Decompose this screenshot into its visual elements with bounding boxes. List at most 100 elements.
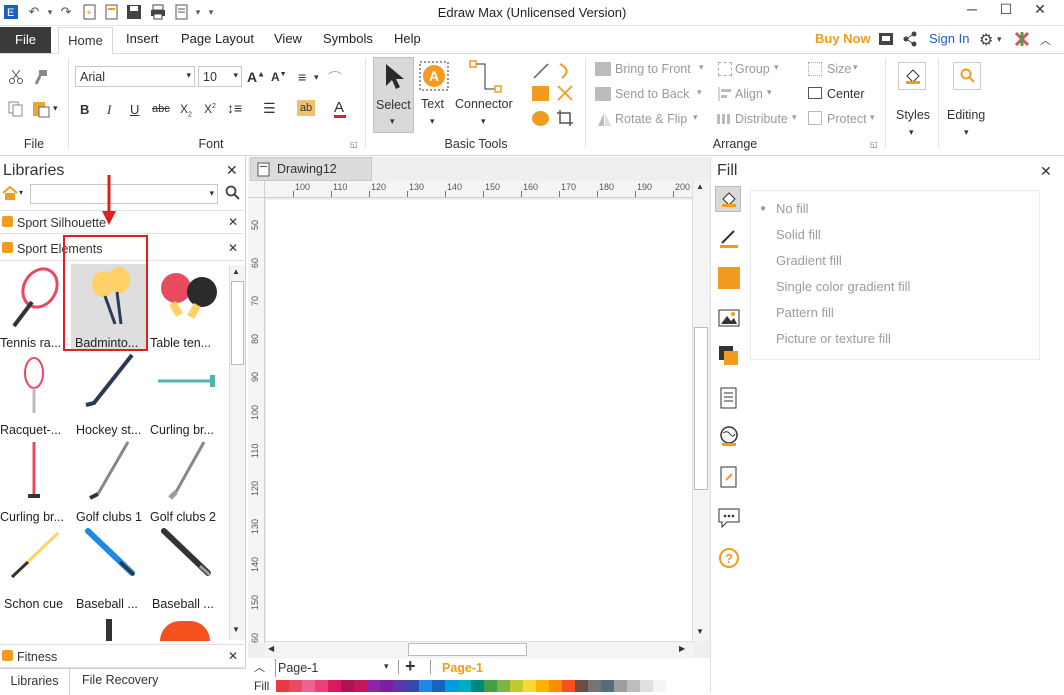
paste-icon[interactable]	[32, 100, 50, 121]
fill-option-single-color-gradient[interactable]: Single color gradient fill	[776, 279, 910, 294]
send-to-back-button[interactable]: Send to Back	[615, 87, 689, 101]
library-item[interactable]: Curling br...	[0, 438, 76, 524]
fill-option-gradient[interactable]: Gradient fill	[776, 253, 842, 268]
color-swatch[interactable]	[510, 680, 523, 692]
tab-file-recovery[interactable]: File Recovery	[82, 673, 158, 687]
attachment-icon[interactable]	[718, 466, 740, 488]
color-swatch[interactable]	[627, 680, 640, 692]
vertical-scrollbar[interactable]: ▲ ▼	[692, 181, 709, 641]
text-highlight-icon[interactable]: ab	[297, 100, 315, 116]
library-section-sport-silhouette[interactable]: Sport Silhouette ✕	[0, 210, 244, 234]
chevron-down-icon[interactable]: ▾	[774, 62, 779, 73]
partial-library-item-icon[interactable]	[160, 621, 210, 641]
align-dropdown-icon[interactable]: ▾	[314, 72, 319, 83]
protect-button[interactable]: Protect	[827, 112, 867, 126]
align-button[interactable]: Align	[735, 87, 763, 101]
color-swatch[interactable]	[601, 680, 614, 692]
grow-font-icon[interactable]: A▲	[247, 69, 265, 85]
document-tab[interactable]: Drawing12	[250, 157, 372, 181]
scroll-up-icon[interactable]: ▲	[696, 182, 704, 191]
active-page-tab[interactable]: Page-1	[442, 661, 483, 675]
scroll-right-icon[interactable]: ▶	[679, 644, 685, 653]
chevron-down-icon[interactable]: ▾	[430, 116, 435, 127]
chevron-down-icon[interactable]: ▾	[870, 112, 875, 123]
color-swatch[interactable]	[471, 680, 484, 692]
chevron-down-icon[interactable]: ▾	[693, 112, 698, 123]
chevron-down-icon[interactable]: ▾	[697, 87, 702, 98]
settings-gear-icon[interactable]: ⚙	[979, 30, 993, 50]
home-icon[interactable]	[2, 185, 18, 203]
library-item[interactable]: Hockey st...	[74, 351, 150, 437]
color-swatch[interactable]	[653, 680, 666, 692]
size-icon[interactable]	[808, 62, 822, 76]
page-select[interactable]: Page-1 ▾	[275, 659, 395, 677]
bold-icon[interactable]: B	[80, 102, 89, 117]
cut-icon[interactable]	[8, 69, 24, 88]
library-search-input[interactable]: ▾	[30, 184, 218, 204]
scrollbar-thumb[interactable]	[408, 643, 527, 656]
close-libraries-icon[interactable]: ✕	[226, 162, 238, 179]
arc-tool-icon[interactable]	[556, 62, 574, 83]
styles-button[interactable]: Styles	[896, 108, 930, 122]
chevron-down-icon[interactable]: ▾	[767, 87, 772, 98]
bring-to-front-icon[interactable]	[595, 62, 611, 76]
library-item[interactable]: Baseball ...	[74, 525, 150, 611]
arrange-dialog-launcher-icon[interactable]: ◱	[870, 140, 878, 149]
distribute-button[interactable]: Distribute	[735, 112, 788, 126]
home-dropdown-icon[interactable]: ▾	[19, 188, 23, 197]
color-swatch[interactable]	[341, 680, 354, 692]
distribute-icon[interactable]	[716, 111, 732, 130]
library-section-fitness[interactable]: Fitness ✕	[0, 644, 244, 668]
expand-pages-icon[interactable]: ︿	[254, 659, 265, 675]
color-swatch[interactable]	[315, 680, 328, 692]
crop-tool-icon[interactable]	[556, 109, 574, 130]
chevron-down-icon[interactable]: ▾	[792, 112, 797, 123]
text-tool-label[interactable]: Text	[421, 97, 444, 111]
maximize-icon[interactable]: ☐	[994, 1, 1018, 21]
styles-icon[interactable]	[898, 62, 926, 90]
font-color-icon[interactable]: A	[334, 99, 344, 116]
scroll-down-icon[interactable]: ▼	[232, 625, 240, 634]
help-icon[interactable]: ?	[718, 547, 740, 569]
color-swatch[interactable]	[562, 680, 575, 692]
protect-icon[interactable]	[808, 111, 822, 125]
add-page-icon[interactable]: +	[405, 656, 416, 677]
subscript-icon[interactable]: X2	[180, 102, 192, 118]
radio-selected-icon[interactable]: ●	[760, 203, 766, 214]
color-swatch[interactable]	[575, 680, 588, 692]
send-to-back-icon[interactable]	[595, 87, 611, 101]
settings-dropdown-icon[interactable]: ▾	[997, 34, 1002, 45]
library-item[interactable]: Table ten...	[150, 264, 226, 350]
italic-icon[interactable]: I	[107, 102, 111, 118]
font-size-select[interactable]: 10 ▾	[198, 66, 242, 87]
close-window-icon[interactable]: ✕	[1028, 1, 1052, 21]
color-swatch[interactable]	[354, 680, 367, 692]
select-tool-button[interactable]: Select ▾	[373, 57, 414, 133]
editing-search-icon[interactable]	[953, 62, 981, 90]
color-swatch[interactable]	[536, 680, 549, 692]
rectangle-tool-icon[interactable]	[532, 86, 549, 101]
library-item[interactable]: Baseball ...	[150, 525, 226, 611]
library-item[interactable]: Racquet-...	[0, 351, 76, 437]
fill-option-solid[interactable]: Solid fill	[776, 227, 821, 242]
font-dialog-launcher-icon[interactable]: ◱	[350, 140, 358, 149]
tab-help[interactable]: Help	[394, 31, 421, 46]
shadow-icon[interactable]	[718, 267, 740, 289]
tab-page-layout[interactable]: Page Layout	[181, 31, 254, 46]
library-item[interactable]: Schon cue	[0, 525, 76, 611]
buy-now-link[interactable]: Buy Now	[815, 31, 871, 46]
scrollbar-thumb[interactable]	[694, 327, 708, 490]
line-tool-icon[interactable]	[532, 62, 550, 83]
drawing-canvas[interactable]	[266, 200, 692, 641]
rotate-flip-icon[interactable]	[596, 111, 612, 130]
library-item[interactable]: Curling br...	[150, 351, 226, 437]
color-swatch[interactable]	[458, 680, 471, 692]
center-icon[interactable]	[808, 87, 822, 99]
color-swatch[interactable]	[380, 680, 393, 692]
center-button[interactable]: Center	[827, 87, 865, 101]
color-swatch[interactable]	[328, 680, 341, 692]
share-icon[interactable]	[903, 31, 917, 50]
node-tool-icon[interactable]	[556, 84, 574, 105]
ellipse-tool-icon[interactable]	[532, 111, 549, 126]
color-swatch[interactable]	[640, 680, 653, 692]
